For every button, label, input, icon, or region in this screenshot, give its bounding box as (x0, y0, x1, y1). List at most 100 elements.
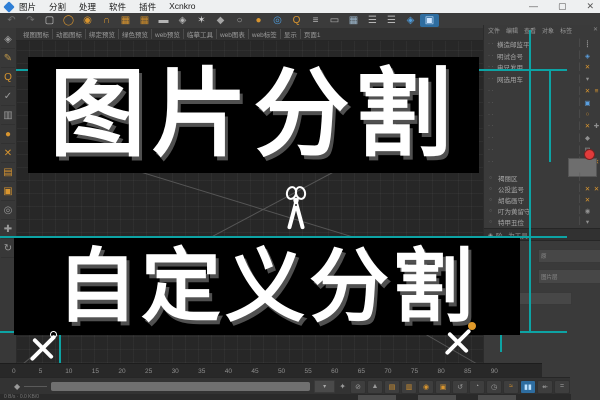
key-star-icon[interactable]: ✦ (339, 382, 346, 391)
tool-icon[interactable]: ● (1, 125, 15, 144)
object-row[interactable]: 明试合号 │ ◈ (484, 50, 600, 62)
toolbar-icon[interactable]: ∩ (97, 14, 116, 27)
viewport-menu-item[interactable]: web图表 (216, 29, 248, 39)
keyframe-diamond-icon[interactable]: ◆ (14, 382, 20, 391)
viewport-menu-item[interactable]: web标签 (248, 29, 280, 39)
panel-menu-item[interactable]: 对象 (542, 26, 554, 35)
toolbar-icon[interactable]: ● (249, 14, 268, 27)
transport-button[interactable]: ↞ (537, 380, 553, 394)
transport-button[interactable]: ◷ (486, 380, 502, 394)
viewport-menu-item[interactable]: 绑定预览 (85, 29, 118, 39)
object-tag-icon[interactable]: ✚ (592, 122, 600, 130)
close-button[interactable]: ✕ (586, 0, 594, 13)
transport-button[interactable]: ▲ (367, 380, 383, 394)
viewport-menu-item[interactable]: 动画图标 (52, 29, 85, 39)
tool-icon[interactable]: ◈ (1, 30, 15, 49)
viewport-menu-item[interactable]: 临摹工具 (183, 29, 216, 39)
object-row[interactable]: │ ▤ (484, 144, 600, 156)
split-guide-vertical[interactable] (549, 70, 551, 162)
panel-menu-item[interactable]: 标签 (560, 26, 572, 35)
object-row[interactable]: │ ○ (484, 109, 600, 121)
layer-row[interactable]: 叮为黄留守 │ ◉ (484, 205, 600, 216)
attribute-field[interactable]: 原 (538, 249, 600, 263)
transport-button[interactable]: ◉ (418, 380, 434, 394)
menu-item[interactable]: Xcnkro (169, 1, 195, 13)
object-tag-icon[interactable]: ▣ (583, 99, 592, 107)
toolbar-icon[interactable]: ◈ (173, 14, 192, 27)
toolbar-icon[interactable]: ▣ (420, 14, 439, 27)
object-tag-icon[interactable]: ┋ (583, 40, 592, 48)
object-tag-icon[interactable]: ◆ (583, 134, 592, 142)
tool-icon[interactable]: ▤ (1, 163, 15, 182)
menu-item[interactable]: 图片 (19, 1, 36, 13)
layer-row[interactable]: 特甲丑俭 │ ▾ (484, 216, 600, 227)
panel-menu-item[interactable]: 编辑 (506, 26, 518, 35)
object-row[interactable]: │ ▣ (484, 97, 600, 109)
viewport-menu-item[interactable]: 视图图标 (20, 29, 52, 39)
tool-icon[interactable]: ▣ (1, 182, 15, 201)
frame-rate-dropdown[interactable]: ▾ (314, 380, 335, 393)
layer-row[interactable]: 公投监号 │ ✕ ✕ (484, 183, 600, 194)
object-row[interactable]: 横造邮监平 │ ┋ (484, 38, 600, 50)
menu-item[interactable]: 插件 (139, 1, 156, 13)
layer-tag-icon[interactable]: ▾ (583, 218, 592, 226)
toolbar-icon[interactable]: ≡ (306, 14, 325, 27)
transport-button[interactable]: ▤ (384, 380, 400, 394)
toolbar-icon[interactable]: ▦ (116, 14, 135, 27)
layer-tag-icon[interactable]: ✕ (592, 185, 600, 193)
tool-icon[interactable]: ✕ (1, 144, 15, 163)
transport-button[interactable]: ◔ (469, 380, 485, 394)
minimize-button[interactable]: — (529, 0, 538, 13)
object-tag-icon[interactable]: ◈ (583, 52, 592, 60)
toolbar-icon[interactable]: ☰ (382, 14, 401, 27)
tool-icon[interactable]: ↻ (1, 239, 15, 258)
toolbar-icon[interactable]: ↶ (2, 14, 21, 27)
attribute-field[interactable]: 图片层 (538, 269, 600, 284)
transport-button[interactable]: ↺ (452, 380, 468, 394)
tool-icon[interactable]: ▥ (1, 106, 15, 125)
object-row[interactable]: │ ✕ ≡ (484, 85, 600, 97)
toolbar-icon[interactable]: ◯ (59, 14, 78, 27)
object-tag-icon[interactable]: ≡ (592, 88, 600, 95)
object-row[interactable]: 电兄发用 │ ✕ (484, 62, 600, 74)
layer-row[interactable]: 褐丽区 │ (484, 172, 600, 183)
toolbar-icon[interactable]: ▦ (135, 14, 154, 27)
layer-tag-icon[interactable]: ✕ (583, 196, 592, 204)
viewport-menu-item[interactable]: 绿色预览 (118, 29, 151, 39)
transport-button[interactable]: = (554, 380, 570, 394)
object-tag-icon[interactable]: ✕ (583, 122, 592, 130)
object-row[interactable]: 网选用车 │ ▾ (484, 73, 600, 85)
panel-menu-item[interactable]: 文件 (488, 26, 500, 35)
toolbar-icon[interactable]: ○ (230, 14, 249, 27)
toolbar-icon[interactable]: ↷ (21, 14, 40, 27)
object-tag-icon[interactable]: ✕ (583, 63, 592, 71)
transport-button[interactable]: ⊘ (350, 380, 366, 394)
maximize-button[interactable]: ▢ (558, 0, 567, 13)
viewport-menu-item[interactable]: 页面1 (300, 29, 324, 39)
layer-row[interactable]: 胡临画守 │ ✕ (484, 194, 600, 205)
timeline-ruler[interactable]: 051015202530354045505560657075808590 (0, 363, 542, 378)
timeline-slider[interactable] (51, 382, 310, 391)
panel-close-icon[interactable]: ✕ (593, 26, 598, 33)
layer-tag-icon[interactable]: ◉ (583, 207, 592, 215)
transport-button[interactable]: ▮▮ (520, 380, 536, 394)
transport-button[interactable]: ▣ (435, 380, 451, 394)
menu-item[interactable]: 分割 (49, 1, 66, 13)
object-tag-icon[interactable]: ✕ (583, 87, 592, 95)
viewport-menu-item[interactable]: 显示 (280, 29, 300, 39)
transport-button[interactable]: ▥ (401, 380, 417, 394)
toolbar-icon[interactable]: ▢ (40, 14, 59, 27)
object-tag-icon[interactable]: ○ (583, 111, 592, 118)
toolbar-icon[interactable]: ☰ (363, 14, 382, 27)
toolbar-icon[interactable]: ▭ (325, 14, 344, 27)
split-guide-vertical[interactable] (529, 30, 531, 333)
object-row[interactable]: │ ✕ ✚ (484, 121, 600, 133)
tool-icon[interactable]: ✓ (1, 87, 15, 106)
menu-item[interactable]: 处理 (79, 1, 96, 13)
layer-tag-icon[interactable]: ✕ (583, 185, 592, 193)
viewport-menu-item[interactable]: web预览 (151, 29, 183, 39)
toolbar-icon[interactable]: ▦ (344, 14, 363, 27)
tool-icon[interactable]: ◎ (1, 201, 15, 220)
toolbar-icon[interactable]: ◎ (268, 14, 287, 27)
tool-icon[interactable]: Q (1, 68, 15, 87)
